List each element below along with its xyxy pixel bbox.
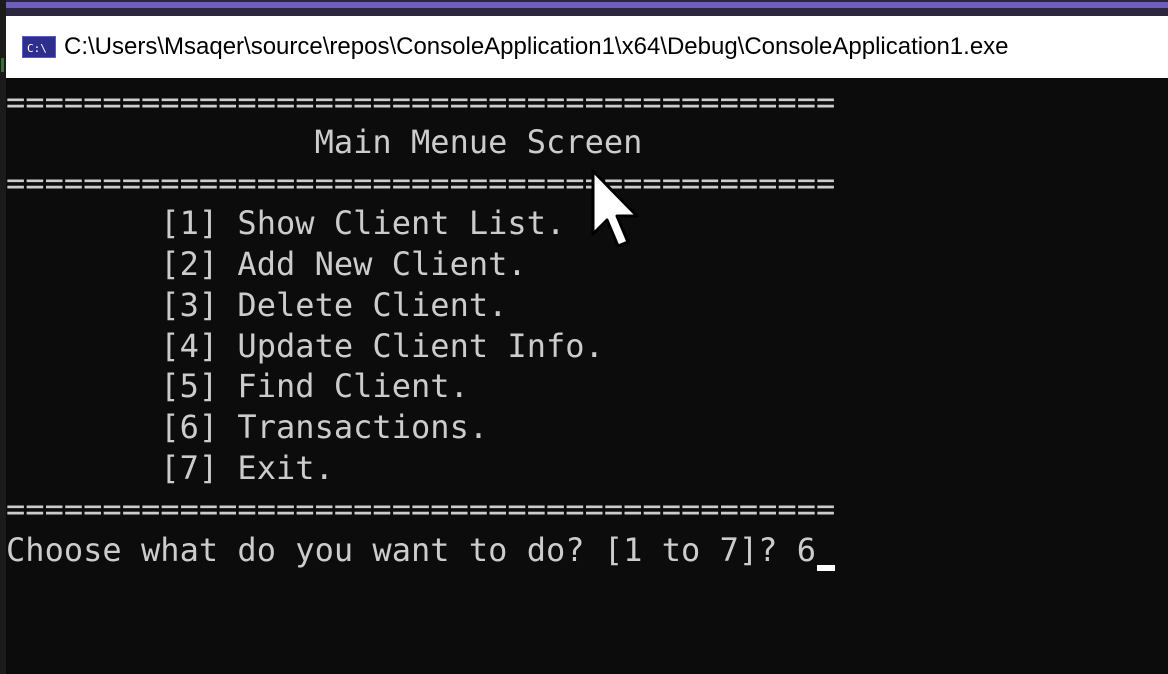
edge-marker xyxy=(1,58,4,72)
text-cursor xyxy=(817,565,836,571)
window-title: C:\Users\Msaqer\source\repos\ConsoleAppl… xyxy=(64,33,1009,60)
menu-option-3: [3] Delete Client. xyxy=(6,286,508,324)
menu-option-1: [1] Show Client List. xyxy=(6,204,566,242)
menu-heading: Main Menue Screen xyxy=(6,123,643,161)
console-icon-glyph: C:\ xyxy=(27,42,47,55)
separator-mid: ========================================… xyxy=(6,164,836,202)
menu-option-4: [4] Update Client Info. xyxy=(6,327,604,365)
menu-option-6: [6] Transactions. xyxy=(6,408,489,446)
console-output[interactable]: ========================================… xyxy=(6,78,1168,674)
console-window[interactable]: C:\ C:\Users\Msaqer\source\repos\Console… xyxy=(6,16,1168,674)
menu-option-7: [7] Exit. xyxy=(6,449,334,487)
input-prompt: Choose what do you want to do? [1 to 7]? xyxy=(6,531,797,569)
console-app-icon: C:\ xyxy=(22,36,56,58)
input-value[interactable]: 6 xyxy=(797,531,816,569)
desktop-top-strip xyxy=(0,0,1168,16)
separator-bottom: ========================================… xyxy=(6,490,836,528)
separator-top: ========================================… xyxy=(6,83,836,121)
mouse-pointer-icon xyxy=(591,169,639,248)
menu-option-2: [2] Add New Client. xyxy=(6,245,527,283)
window-titlebar[interactable]: C:\ C:\Users\Msaqer\source\repos\Console… xyxy=(6,16,1168,78)
menu-option-5: [5] Find Client. xyxy=(6,367,469,405)
input-prompt-line[interactable]: Choose what do you want to do? [1 to 7]?… xyxy=(6,530,836,571)
accent-bar xyxy=(0,2,1168,8)
